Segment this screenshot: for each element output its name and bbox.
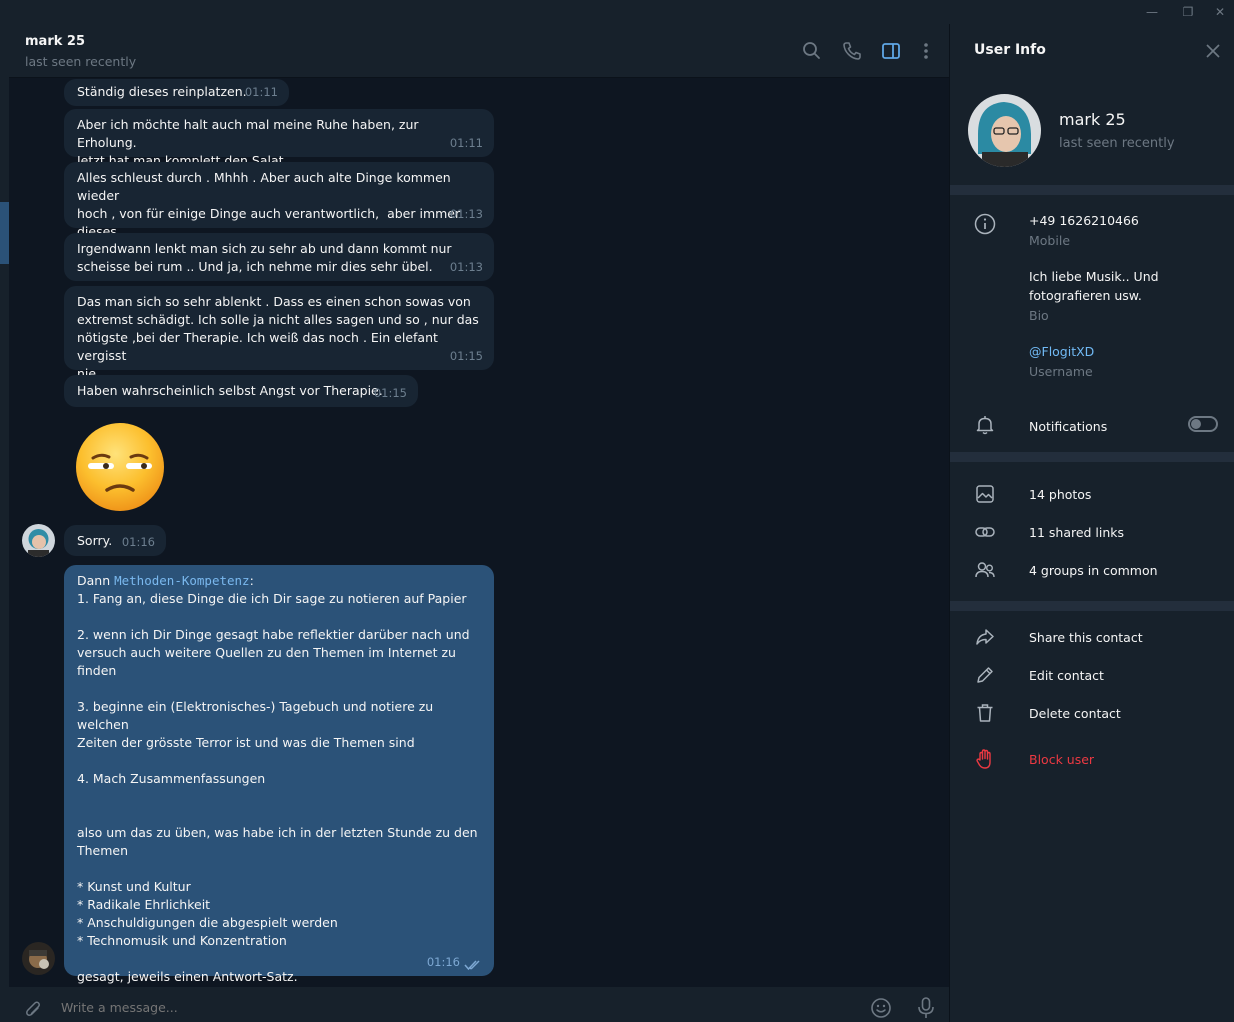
profile-avatar[interactable]: [968, 94, 1041, 167]
message-text: Ständig dieses reinplatzen.: [77, 84, 247, 99]
chat-header[interactable]: mark 25 last seen recently: [9, 24, 949, 78]
shared-photos-item[interactable]: 14 photos: [1029, 485, 1091, 504]
restore-button[interactable]: ❐: [1172, 0, 1204, 24]
username-link[interactable]: @FlogitXD: [1029, 342, 1094, 361]
phone-label: Mobile: [1029, 233, 1071, 248]
notifications-toggle[interactable]: [1188, 416, 1218, 432]
message-list[interactable]: Ständig dieses reinplatzen. 01:11 Aber i…: [9, 78, 949, 987]
edit-contact-button[interactable]: Edit contact: [1029, 666, 1104, 685]
message-bubble[interactable]: Sorry. 01:16: [64, 525, 166, 556]
message-body: 1. Fang an, diese Dinge die ich Dir sage…: [77, 591, 478, 984]
block-hand-icon: [976, 749, 991, 769]
link-icon: [975, 527, 995, 537]
message-text: Irgendwann lenkt man sich zu sehr ab und…: [77, 241, 452, 274]
groups-in-common-item[interactable]: 4 groups in common: [1029, 561, 1158, 580]
share-contact-button[interactable]: Share this contact: [1029, 628, 1143, 647]
chat-status: last seen recently: [25, 54, 137, 69]
sidebar-toggle-icon[interactable]: [878, 38, 904, 64]
bell-icon: [976, 416, 994, 435]
attach-icon[interactable]: [23, 998, 43, 1018]
bio-label: Bio: [1029, 308, 1049, 323]
share-icon: [976, 629, 994, 645]
trash-icon: [977, 704, 993, 722]
chat-title[interactable]: mark 25: [25, 34, 85, 49]
message-bubble[interactable]: Das man sich so sehr ablenkt . Dass es e…: [64, 286, 494, 381]
message-time: 01:11: [449, 136, 483, 150]
profile-name: mark 25: [1059, 110, 1126, 129]
message-time: 01:16: [426, 955, 460, 969]
more-menu-icon[interactable]: [913, 38, 939, 64]
message-bubble[interactable]: Irgendwann lenkt man sich zu sehr ab und…: [64, 233, 494, 281]
section-divider: [950, 601, 1234, 611]
search-icon[interactable]: [799, 38, 825, 64]
message-input[interactable]: [61, 1000, 821, 1015]
photos-icon: [976, 485, 994, 503]
outgoing-message-bubble[interactable]: Dann Methoden-Kompetenz: 1. Fang an, die…: [64, 565, 494, 984]
shared-links-item[interactable]: 11 shared links: [1029, 523, 1124, 542]
message-bubble[interactable]: Ständig dieses reinplatzen. 01:11: [64, 79, 289, 106]
chat-list-strip[interactable]: [0, 24, 9, 1022]
minimize-button[interactable]: —: [1136, 0, 1168, 24]
phone-icon[interactable]: [839, 38, 865, 64]
active-chat-marker: [0, 202, 9, 264]
info-icon: [974, 213, 996, 235]
read-ticks-icon: [464, 960, 480, 971]
panel-title: User Info: [974, 42, 1046, 58]
section-divider: [950, 185, 1234, 195]
close-window-button[interactable]: ✕: [1204, 0, 1234, 24]
sticker-unamused-face[interactable]: [73, 420, 167, 514]
block-user-button[interactable]: Block user: [1029, 750, 1094, 769]
message-time: 01:11: [244, 85, 278, 99]
microphone-icon[interactable]: [915, 996, 937, 1020]
phone-number[interactable]: +49 1626210466: [1029, 211, 1139, 230]
toggle-knob: [1191, 419, 1201, 429]
message-text: Das man sich so sehr ablenkt . Dass es e…: [77, 294, 479, 381]
user-info-panel: User Info mark 25 last seen recently +49…: [950, 24, 1234, 1022]
bio-text[interactable]: Ich liebe Musik.. Und fotografieren usw.: [1029, 267, 1159, 305]
message-time: 01:15: [373, 386, 407, 400]
window-titlebar: — ❐ ✕: [0, 0, 1234, 24]
emoji-icon[interactable]: [870, 997, 892, 1019]
message-composer: [9, 987, 949, 1022]
close-icon[interactable]: [1204, 42, 1222, 60]
message-prefix: Dann: [77, 573, 115, 588]
section-divider: [950, 452, 1234, 462]
groups-icon: [975, 562, 995, 578]
message-time: 01:16: [121, 535, 155, 549]
message-time: 01:13: [449, 260, 483, 274]
message-time: 01:13: [449, 207, 483, 221]
contact-avatar[interactable]: [22, 524, 55, 557]
message-time: 01:15: [449, 349, 483, 363]
message-text: Sorry.: [77, 533, 113, 548]
message-bubble[interactable]: Aber ich möchte halt auch mal meine Ruhe…: [64, 109, 494, 168]
code-span: Methoden-Kompetenz: [114, 573, 250, 588]
own-avatar[interactable]: [22, 942, 55, 975]
username-label: Username: [1029, 364, 1093, 379]
message-bubble[interactable]: Haben wahrscheinlich selbst Angst vor Th…: [64, 375, 418, 407]
notifications-label: Notifications: [1029, 419, 1108, 434]
message-bubble[interactable]: Alles schleust durch . Mhhh . Aber auch …: [64, 162, 494, 257]
profile-status: last seen recently: [1059, 136, 1175, 151]
message-suffix: :: [249, 573, 254, 588]
edit-icon: [977, 667, 993, 683]
message-text: Haben wahrscheinlich selbst Angst vor Th…: [77, 383, 383, 398]
delete-contact-button[interactable]: Delete contact: [1029, 704, 1121, 723]
